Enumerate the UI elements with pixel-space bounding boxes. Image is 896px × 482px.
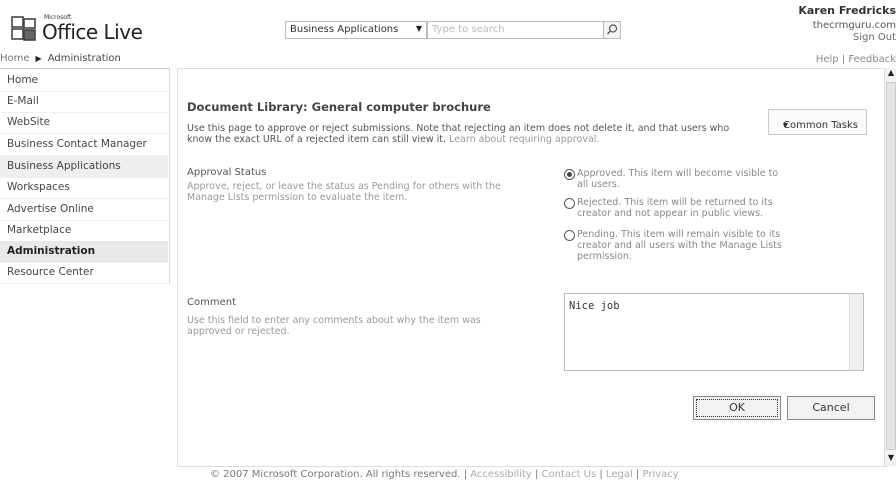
page-scrollbar[interactable]: ▲ ▼ — [884, 68, 896, 466]
left-nav: Home E-Mail WebSite Business Contact Man… — [0, 68, 170, 284]
nav-item-website[interactable]: WebSite — [0, 112, 168, 134]
dropdown-arrow-icon: ▾ — [783, 120, 789, 131]
comment-textarea[interactable]: Nice job — [564, 293, 864, 371]
search-scope-select[interactable]: Business Applications ▼ — [285, 21, 427, 39]
comment-title: Comment — [187, 297, 236, 308]
nav-top-border — [0, 68, 169, 69]
approval-status-desc: Approve, reject, or leave the status as … — [187, 181, 501, 203]
approval-status-title: Approval Status — [187, 167, 267, 178]
help-links: Help | Feedback — [816, 54, 896, 65]
page-title: Document Library: General computer broch… — [187, 100, 491, 114]
nav-item-label: Administration — [7, 245, 96, 257]
radio-rejected[interactable]: Rejected. This item will be returned to … — [564, 197, 789, 219]
radio-pending-circle[interactable] — [564, 230, 575, 241]
breadcrumb-arrow-icon: ▶ — [35, 54, 42, 63]
cancel-label: Cancel — [812, 401, 850, 414]
scroll-thumb[interactable] — [886, 82, 896, 450]
radio-approved[interactable]: Approved. This item will become visible … — [564, 168, 789, 190]
divider: | — [635, 469, 640, 480]
sign-out-link[interactable]: Sign Out — [853, 32, 896, 43]
nav-item-resource-center[interactable]: Resource Center — [0, 262, 168, 284]
radio-pending[interactable]: Pending. This item will remain visible t… — [564, 229, 789, 262]
nav-item-email[interactable]: E-Mail — [0, 91, 168, 113]
comment-value: Nice job — [569, 300, 620, 312]
nav-item-workspaces[interactable]: Workspaces — [0, 177, 168, 199]
scroll-up-icon[interactable]: ▲ — [885, 68, 896, 81]
ok-label: OK — [729, 401, 745, 414]
search-input[interactable]: Type to search — [427, 21, 604, 39]
divider: | — [534, 469, 539, 480]
common-tasks-button[interactable]: Common Tasks ▾ — [768, 109, 867, 135]
radio-rejected-label: Rejected. This item will be returned to … — [577, 197, 773, 219]
nav-item-label: Business Contact Manager — [7, 138, 147, 150]
cancel-button[interactable]: Cancel — [787, 396, 875, 420]
nav-item-label: Marketplace — [7, 224, 72, 236]
nav-item-business-applications[interactable]: Business Applications — [0, 156, 168, 178]
nav-item-advertise-online[interactable]: Advertise Online — [0, 199, 168, 221]
user-site: thecrmguru.com — [812, 20, 896, 31]
radio-approved-label: Approved. This item will become visible … — [577, 168, 779, 190]
radio-rejected-circle[interactable] — [564, 198, 575, 209]
divider: | — [463, 469, 468, 480]
common-tasks-label: Common Tasks — [783, 120, 859, 131]
nav-item-administration[interactable]: Administration — [0, 241, 168, 263]
nav-item-label: E-Mail — [7, 95, 39, 107]
breadcrumb-current[interactable]: Administration — [48, 53, 121, 64]
office-logo-icon — [11, 16, 37, 42]
comment-desc: Use this field to enter any comments abo… — [187, 315, 481, 337]
footer: © 2007 Microsoft Corporation. All rights… — [210, 469, 679, 480]
copyright: © 2007 Microsoft Corporation. All rights… — [210, 469, 461, 480]
accessibility-link[interactable]: Accessibility — [470, 469, 532, 480]
learn-more-link[interactable]: Learn about requiring approval. — [449, 134, 599, 145]
ok-button[interactable]: OK — [693, 396, 781, 420]
nav-item-label: WebSite — [7, 116, 51, 128]
search-placeholder: Type to search — [432, 24, 505, 35]
radio-approved-circle[interactable] — [564, 169, 575, 180]
search-button[interactable] — [603, 21, 621, 39]
nav-item-label: Business Applications — [7, 160, 121, 172]
logo-title: Office Live — [42, 20, 143, 44]
privacy-link[interactable]: Privacy — [642, 469, 678, 480]
breadcrumb-home[interactable]: Home — [0, 53, 30, 64]
comment-scrollbar[interactable] — [849, 294, 863, 370]
help-link[interactable]: Help — [816, 54, 839, 65]
search-scope-label: Business Applications — [290, 24, 399, 35]
nav-item-label: Workspaces — [7, 181, 70, 193]
nav-item-home[interactable]: Home — [0, 70, 168, 92]
radio-pending-label: Pending. This item will remain visible t… — [577, 229, 782, 262]
feedback-link[interactable]: Feedback — [848, 54, 896, 65]
nav-item-business-contact-manager[interactable]: Business Contact Manager — [0, 134, 168, 156]
user-name: Karen Fredricks — [798, 4, 896, 17]
divider: | — [841, 54, 846, 65]
dropdown-arrow-icon: ▼ — [415, 24, 422, 33]
nav-item-label: Resource Center — [7, 266, 94, 278]
scroll-down-icon[interactable]: ▼ — [885, 453, 896, 466]
nav-item-marketplace[interactable]: Marketplace — [0, 220, 168, 242]
search-icon — [607, 24, 618, 35]
divider: | — [599, 469, 603, 480]
nav-item-label: Advertise Online — [7, 203, 94, 215]
breadcrumb: Home ▶ Administration — [0, 53, 121, 64]
nav-item-label: Home — [7, 74, 39, 86]
contact-us-link[interactable]: Contact Us — [542, 469, 597, 480]
intro-text: Use this page to approve or reject submi… — [187, 123, 747, 145]
legal-link[interactable]: Legal — [606, 469, 633, 480]
